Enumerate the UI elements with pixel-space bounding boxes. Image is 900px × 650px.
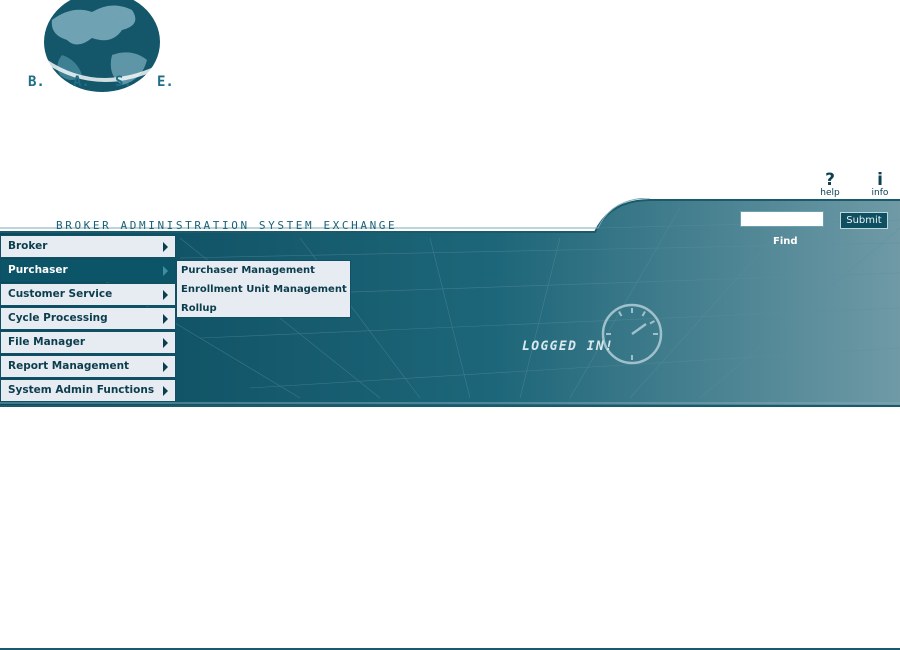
nav-item-customer-service[interactable]: Customer Service (0, 283, 176, 306)
search-input[interactable] (740, 211, 824, 227)
help-label: help (820, 188, 840, 198)
chevron-right-icon (163, 266, 168, 276)
submenu-item-rollup[interactable]: Rollup (181, 303, 217, 314)
nav-item-label: Report Management (8, 360, 130, 372)
info-label: info (871, 188, 889, 198)
chevron-right-icon (163, 242, 168, 252)
chevron-right-icon (163, 290, 168, 300)
chevron-right-icon (163, 338, 168, 348)
info-icon: i (877, 170, 883, 190)
chevron-right-icon (163, 314, 168, 324)
question-mark-icon: ? (825, 170, 835, 190)
submenu-item-purchaser-management[interactable]: Purchaser Management (181, 265, 315, 276)
nav-item-cycle-processing[interactable]: Cycle Processing (0, 307, 176, 330)
nav-item-system-admin-functions[interactable]: System Admin Functions (0, 379, 176, 402)
nav-item-label: File Manager (8, 336, 86, 348)
logo-letter-a: A. (73, 74, 90, 90)
nav-item-report-management[interactable]: Report Management (0, 355, 176, 378)
logo-letter-e: E. (157, 74, 174, 90)
help-link[interactable]: ? help (815, 170, 845, 199)
banner-title: BROKER ADMINISTRATION SYSTEM EXCHANGE (56, 219, 398, 232)
find-label: Find (773, 236, 798, 247)
info-link[interactable]: i info (865, 170, 895, 199)
logo-letters: B. A. S. E. (26, 74, 186, 94)
nav-item-label: Customer Service (8, 288, 113, 300)
logged-in-status: LOGGED IN! (522, 339, 615, 354)
logo-letter-s: S. (115, 74, 132, 90)
submit-button[interactable]: Submit (840, 212, 888, 229)
chevron-right-icon (163, 362, 168, 372)
nav-item-label: System Admin Functions (8, 384, 155, 396)
nav-item-label: Broker (8, 240, 48, 252)
nav-item-purchaser[interactable]: Purchaser (0, 259, 176, 282)
submenu-item-enrollment-unit-management[interactable]: Enrollment Unit Management (181, 284, 347, 295)
chevron-right-icon (163, 386, 168, 396)
purchaser-submenu: Purchaser Management Enrollment Unit Man… (176, 260, 351, 318)
nav-item-file-manager[interactable]: File Manager (0, 331, 176, 354)
clock-icon (601, 303, 663, 365)
nav-item-label: Purchaser (8, 264, 68, 276)
nav-item-broker[interactable]: Broker (0, 235, 176, 258)
nav-item-label: Cycle Processing (8, 312, 108, 324)
logo-letter-b: B. (28, 74, 45, 90)
